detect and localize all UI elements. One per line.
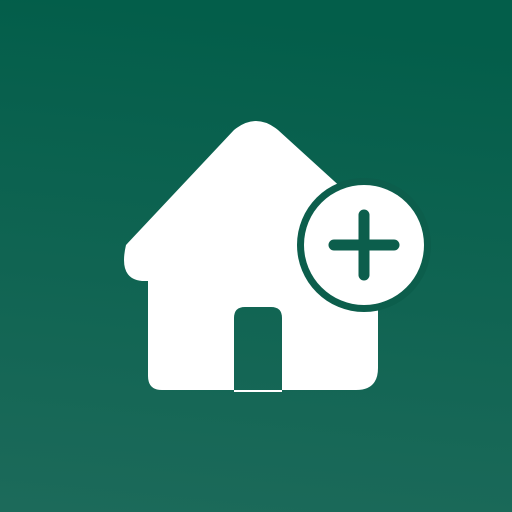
add-home-icon-graphic	[0, 0, 512, 512]
add-home-app-icon	[0, 0, 512, 512]
add-badge	[297, 178, 431, 312]
